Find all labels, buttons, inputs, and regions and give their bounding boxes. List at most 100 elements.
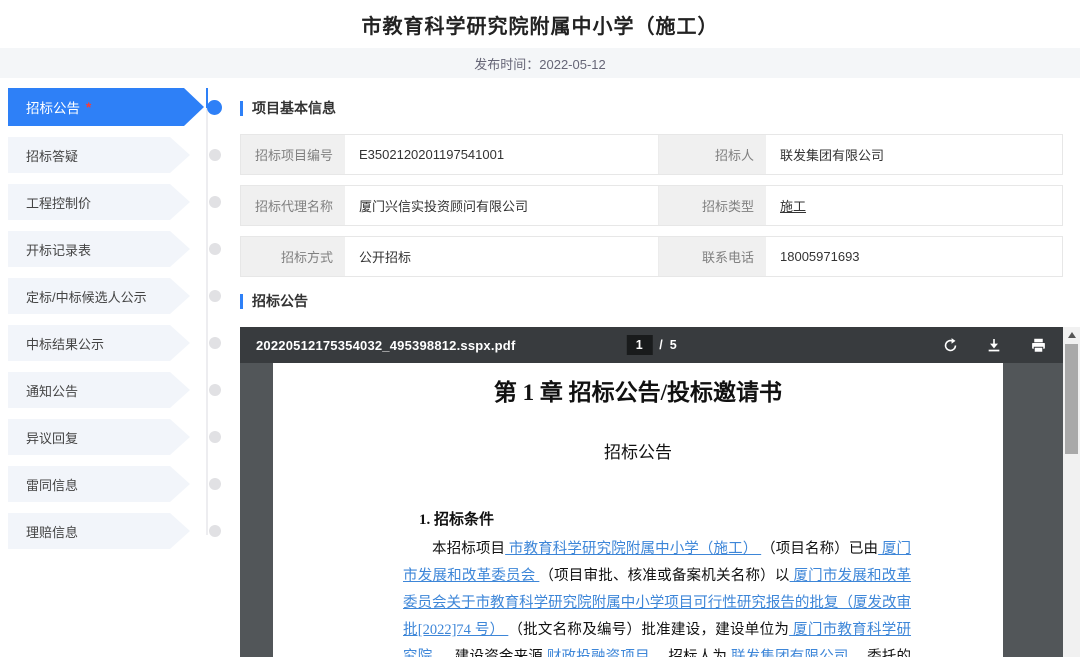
- info-value: 厦门兴信实投资顾问有限公司: [345, 186, 659, 225]
- section-accent-bar: [240, 294, 243, 309]
- timeline-dot: [207, 100, 222, 115]
- doc-inline-text: 本招标项目: [432, 541, 505, 557]
- info-label: 招标代理名称: [241, 186, 345, 225]
- sidebar-item[interactable]: 开标记录表: [8, 231, 240, 267]
- info-value-text: 厦门兴信实投资顾问有限公司: [359, 196, 528, 215]
- sidebar-item-label: 中标结果公示: [26, 334, 104, 353]
- info-value: 18005971693: [766, 237, 1062, 276]
- info-label: 招标项目编号: [241, 135, 345, 174]
- sidebar-item-arrow[interactable]: 开标记录表: [8, 231, 190, 267]
- pdf-viewer: 20220512175354032_495398812.sspx.pdf 1 /…: [240, 327, 1080, 657]
- sidebar-item[interactable]: 招标答疑: [8, 137, 240, 173]
- download-icon[interactable]: [985, 336, 1003, 354]
- sidebar-item-label: 理赔信息: [26, 522, 78, 541]
- info-value: 联发集团有限公司: [766, 135, 1062, 174]
- sidebar-item[interactable]: 中标结果公示: [8, 325, 240, 361]
- pdf-page: 第 1 章 招标公告/投标邀请书 招标公告 1. 招标条件 本招标项目 市教育科…: [273, 363, 1003, 657]
- announcement-title: 招标公告: [252, 291, 308, 311]
- doc-inline-text: （项目审批、核准或备案机关名称）以: [539, 568, 789, 584]
- pdf-page-separator: /: [659, 338, 662, 352]
- required-star: *: [86, 100, 91, 115]
- basic-info-table: 招标项目编号 E3502120201197541001 招标人联发集团有限公司招标代…: [240, 134, 1063, 277]
- section-accent-bar: [240, 101, 243, 116]
- timeline-dot: [209, 196, 221, 208]
- timeline-dot: [209, 290, 221, 302]
- sidebar-nav: 招标公告 * 招标答疑工程控制价开标记录表定标/中标候选人公示中标结果公示通知公告异…: [0, 78, 240, 657]
- sidebar-item-arrow[interactable]: 招标答疑: [8, 137, 190, 173]
- sidebar-item-arrow[interactable]: 工程控制价: [8, 184, 190, 220]
- main-layout: 招标公告 * 招标答疑工程控制价开标记录表定标/中标候选人公示中标结果公示通知公告异…: [0, 78, 1080, 657]
- scrollbar-up-button[interactable]: [1063, 327, 1080, 342]
- sidebar-item-arrow[interactable]: 雷同信息: [8, 466, 190, 502]
- print-icon[interactable]: [1029, 336, 1047, 354]
- content-area: 项目基本信息 招标项目编号E3502120201197541001招标人联发集团…: [240, 78, 1080, 657]
- page-header: 市教育科学研究院附属中小学（施工）: [0, 0, 1080, 48]
- doc-inline-text: ， 建设资金来源: [436, 649, 543, 657]
- info-value: 施工: [766, 186, 1062, 225]
- sidebar-item-arrow[interactable]: 中标结果公示: [8, 325, 190, 361]
- sidebar-item[interactable]: 工程控制价: [8, 184, 240, 220]
- sidebar-item-label: 工程控制价: [26, 193, 91, 212]
- doc-inline-link[interactable]: 联发集团有限公司: [727, 649, 852, 657]
- pdf-page-indicator: 1 / 5: [626, 335, 676, 355]
- timeline-dot: [209, 337, 221, 349]
- scrollbar-thumb[interactable]: [1065, 344, 1078, 454]
- doc-inline-text: ，招标人为: [654, 649, 728, 657]
- sidebar-item[interactable]: 雷同信息: [8, 466, 240, 502]
- info-row: 招标方式公开招标 联系电话 18005971693: [240, 236, 1063, 277]
- info-label: 招标方式: [241, 237, 345, 276]
- doc-section-heading: 1. 招标条件: [419, 508, 1003, 529]
- pdf-viewer-main: 20220512175354032_495398812.sspx.pdf 1 /…: [240, 327, 1063, 657]
- doc-chapter-title: 第 1 章 招标公告/投标邀请书: [273, 373, 1003, 407]
- info-value: E3502120201197541001: [345, 135, 659, 174]
- sidebar-item-label: 招标公告: [26, 97, 80, 117]
- timeline-dot: [209, 431, 221, 443]
- doc-subtitle: 招标公告: [273, 438, 1003, 463]
- info-value-text: 公开招标: [359, 247, 411, 266]
- sidebar-item[interactable]: 通知公告: [8, 372, 240, 408]
- info-row: 招标项目编号 E3502120201197541001 招标人联发集团有限公司: [240, 134, 1063, 175]
- doc-inline-link[interactable]: 财政投融资项目: [543, 649, 654, 657]
- sidebar-item[interactable]: 定标/中标候选人公示: [8, 278, 240, 314]
- sidebar-item-label: 开标记录表: [26, 240, 91, 259]
- info-value-text: 联发集团有限公司: [780, 145, 884, 164]
- sidebar-items: 招标公告 * 招标答疑工程控制价开标记录表定标/中标候选人公示中标结果公示通知公告异…: [0, 88, 240, 549]
- info-label: 招标类型: [659, 186, 766, 225]
- doc-paragraph: 本招标项目 市教育科学研究院附属中小学（施工） （项目名称）已由 厦门市发展和改…: [403, 536, 911, 657]
- sidebar-item-arrow[interactable]: 通知公告: [8, 372, 190, 408]
- doc-inline-link[interactable]: 市教育科学研究院附属中小学（施工）: [505, 541, 761, 557]
- sidebar-item-label: 异议回复: [26, 428, 78, 447]
- info-value-text[interactable]: 施工: [780, 196, 806, 215]
- info-value-text: E3502120201197541001: [359, 147, 504, 162]
- page-title: 市教育科学研究院附属中小学（施工）: [362, 10, 719, 39]
- pdf-canvas-background: 第 1 章 招标公告/投标邀请书 招标公告 1. 招标条件 本招标项目 市教育科…: [240, 363, 1063, 657]
- sidebar-item-label: 招标答疑: [26, 146, 78, 165]
- info-label: 招标人: [659, 135, 766, 174]
- announcement-header: 招标公告: [240, 291, 1080, 311]
- pdf-toolbar: 20220512175354032_495398812.sspx.pdf 1 /…: [240, 327, 1063, 363]
- sidebar-item[interactable]: 理赔信息: [8, 513, 240, 549]
- publish-date: 发布时间：2022-05-12: [474, 54, 606, 73]
- timeline-dot: [209, 478, 221, 490]
- sidebar-item-arrow[interactable]: 理赔信息: [8, 513, 190, 549]
- basic-info-title: 项目基本信息: [252, 98, 336, 118]
- doc-inline-text: （批文名称及编号）批准建设，建设单位为: [508, 622, 789, 638]
- info-value-text: 18005971693: [780, 249, 860, 264]
- sidebar-item-arrow[interactable]: 定标/中标候选人公示: [8, 278, 190, 314]
- sidebar-item-arrow[interactable]: 招标公告 *: [8, 88, 204, 126]
- info-label: 联系电话: [659, 237, 766, 276]
- timeline-dot: [209, 525, 221, 537]
- sidebar-item[interactable]: 招标公告 *: [8, 88, 240, 126]
- sidebar-item-arrow[interactable]: 异议回复: [8, 419, 190, 455]
- timeline-dot: [209, 149, 221, 161]
- sidebar-item-label: 通知公告: [26, 381, 78, 400]
- basic-info-header: 项目基本信息: [240, 98, 1080, 118]
- pdf-current-page-input[interactable]: 1: [626, 335, 652, 355]
- publish-date-bar: 发布时间：2022-05-12: [0, 48, 1080, 78]
- pdf-scrollbar[interactable]: [1063, 327, 1080, 657]
- info-row: 招标代理名称厦门兴信实投资顾问有限公司 招标类型施工: [240, 185, 1063, 226]
- sidebar-item-label: 雷同信息: [26, 475, 78, 494]
- sidebar-item[interactable]: 异议回复: [8, 419, 240, 455]
- timeline-dot: [209, 384, 221, 396]
- rotate-icon[interactable]: [941, 336, 959, 354]
